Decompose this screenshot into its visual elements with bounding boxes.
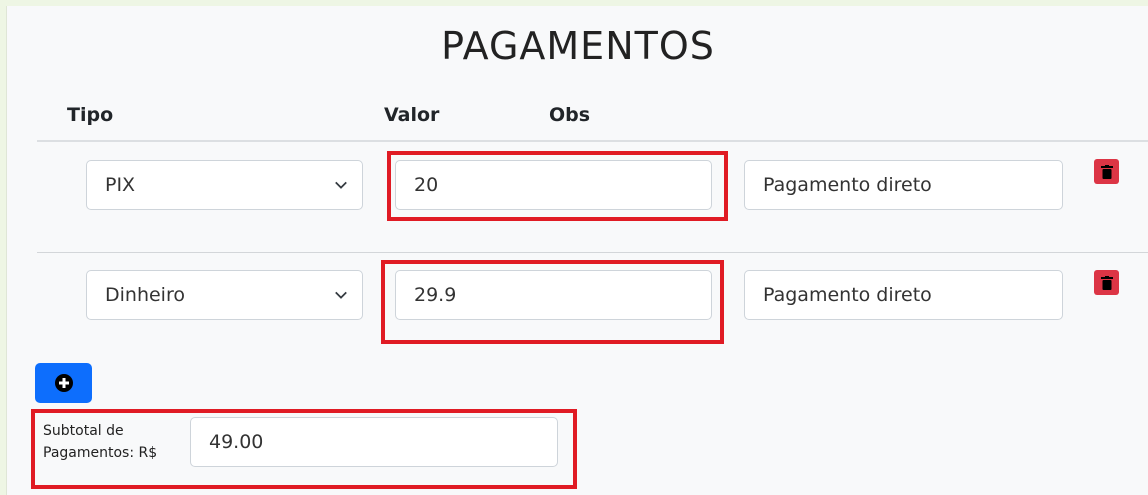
trash-icon [1100,275,1113,290]
subtotal-field: 49.00 [190,417,558,467]
payment-value-text: 29.9 [414,284,457,306]
payments-panel: PAGAMENTOS Tipo Valor Obs PIX 20 Pagamen… [6,6,1148,495]
header-divider [37,140,1148,142]
subtotal-value: 49.00 [209,431,264,453]
payment-obs-input[interactable]: Pagamento direto [744,270,1063,320]
payment-type-select[interactable]: PIX [86,160,363,210]
trash-icon [1100,164,1113,179]
column-header-valor: Valor [384,104,440,126]
add-payment-button[interactable] [35,363,92,403]
payment-obs-text: Pagamento direto [763,174,932,196]
payment-type-select[interactable]: Dinheiro [86,270,363,320]
chevron-down-icon [335,181,347,189]
payment-obs-text: Pagamento direto [763,284,932,306]
row-divider [37,252,1148,253]
plus-circle-icon [54,374,73,392]
page-title: PAGAMENTOS [441,24,715,68]
column-header-tipo: Tipo [67,104,114,126]
payment-value-input[interactable]: 20 [395,160,712,210]
payment-obs-input[interactable]: Pagamento direto [744,160,1063,210]
payment-value-input[interactable]: 29.9 [395,270,712,320]
payment-value-text: 20 [414,174,439,196]
payment-type-value: Dinheiro [105,284,185,306]
chevron-down-icon [335,291,347,299]
delete-row-button[interactable] [1094,270,1119,295]
payment-type-value: PIX [105,174,136,196]
column-header-obs: Obs [549,104,591,126]
subtotal-label: Subtotal de Pagamentos: R$ [43,423,158,461]
delete-row-button[interactable] [1094,159,1119,184]
